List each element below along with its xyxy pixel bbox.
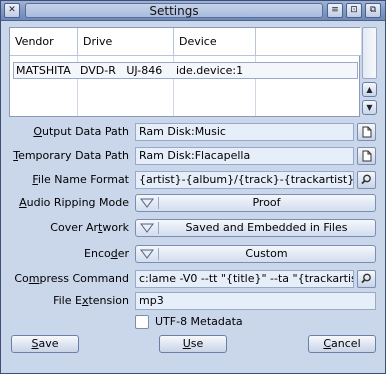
- scroll-down-icon[interactable]: ▼: [362, 100, 377, 115]
- cover-artwork-cycle[interactable]: Saved and Embedded in Files: [135, 219, 376, 237]
- save-button[interactable]: Save: [11, 335, 79, 353]
- title-bar[interactable]: ✕ Settings ≡ ⊡ ⧉: [1, 1, 385, 21]
- utf8-metadata-label: UTF-8 Metadata: [155, 315, 243, 328]
- ripping-mode-label: Audio Ripping Mode: [19, 196, 129, 209]
- device-row[interactable]: MATSHITA DVD-R UJ-846 ide.device:1: [13, 62, 358, 79]
- compress-command-search-icon[interactable]: [357, 270, 376, 288]
- column-header-drive[interactable]: Drive: [78, 28, 174, 56]
- device-list-scrollbar[interactable]: ▲ ▼: [362, 27, 377, 117]
- filename-format-search-icon[interactable]: [357, 171, 376, 189]
- settings-window: ✕ Settings ≡ ⊡ ⧉ Vendor Drive Device MAT…: [0, 0, 386, 374]
- cover-artwork-label: Cover Artwork: [50, 221, 129, 234]
- device-vendor: MATSHITA: [16, 64, 71, 77]
- window-title: Settings: [25, 3, 323, 18]
- temp-path-label: Temporary Data Path: [13, 149, 129, 162]
- column-header-empty: [256, 28, 361, 56]
- encoder-value: Custom: [245, 247, 288, 260]
- cycle-arrow-icon: [140, 223, 154, 233]
- cycle-separator: [158, 197, 159, 209]
- file-extension-field[interactable]: mp3: [135, 292, 376, 310]
- close-icon[interactable]: ✕: [4, 3, 20, 18]
- temp-path-file-icon[interactable]: [357, 147, 376, 165]
- cycle-arrow-icon: [140, 198, 154, 208]
- compress-command-field[interactable]: c:lame -V0 --tt "{title}" --ta "{trackar…: [135, 270, 354, 288]
- output-path-label: Output Data Path: [33, 125, 129, 138]
- column-header-vendor[interactable]: Vendor: [10, 28, 78, 56]
- output-path-file-icon[interactable]: [357, 123, 376, 141]
- cycle-separator: [158, 222, 159, 234]
- iconify-icon[interactable]: ≡: [327, 3, 343, 18]
- use-button[interactable]: Use: [159, 335, 227, 353]
- cycle-separator: [158, 248, 159, 260]
- encoder-cycle[interactable]: Custom: [135, 245, 376, 263]
- cover-artwork-value: Saved and Embedded in Files: [185, 221, 348, 234]
- device-name: ide.device:1: [176, 64, 244, 77]
- encoder-label: Encoder: [84, 247, 129, 260]
- output-path-field[interactable]: Ram Disk:Music: [135, 123, 354, 141]
- utf8-metadata-checkbox[interactable]: [135, 315, 149, 329]
- scrollbar-track[interactable]: [362, 27, 377, 79]
- cancel-button[interactable]: Cancel: [308, 335, 376, 353]
- temp-path-field[interactable]: Ram Disk:Flacapella: [135, 147, 354, 165]
- device-drive: DVD-R UJ-846: [80, 64, 163, 77]
- filename-format-field[interactable]: {artist}-{album}/{track}-{trackartist}: [135, 171, 354, 189]
- ripping-mode-value: Proof: [252, 196, 281, 209]
- zoom-icon[interactable]: ⊡: [346, 3, 362, 18]
- device-list[interactable]: Vendor Drive Device MATSHITA DVD-R UJ-84…: [9, 27, 361, 117]
- ripping-mode-cycle[interactable]: Proof: [135, 194, 376, 212]
- scroll-up-icon[interactable]: ▲: [362, 82, 377, 97]
- depth-icon[interactable]: ⧉: [365, 3, 381, 18]
- compress-command-label: Compress Command: [14, 272, 129, 285]
- file-extension-label: File Extension: [53, 294, 129, 307]
- filename-format-label: File Name Format: [32, 173, 129, 186]
- cycle-arrow-icon: [140, 249, 154, 259]
- column-header-device[interactable]: Device: [174, 28, 256, 56]
